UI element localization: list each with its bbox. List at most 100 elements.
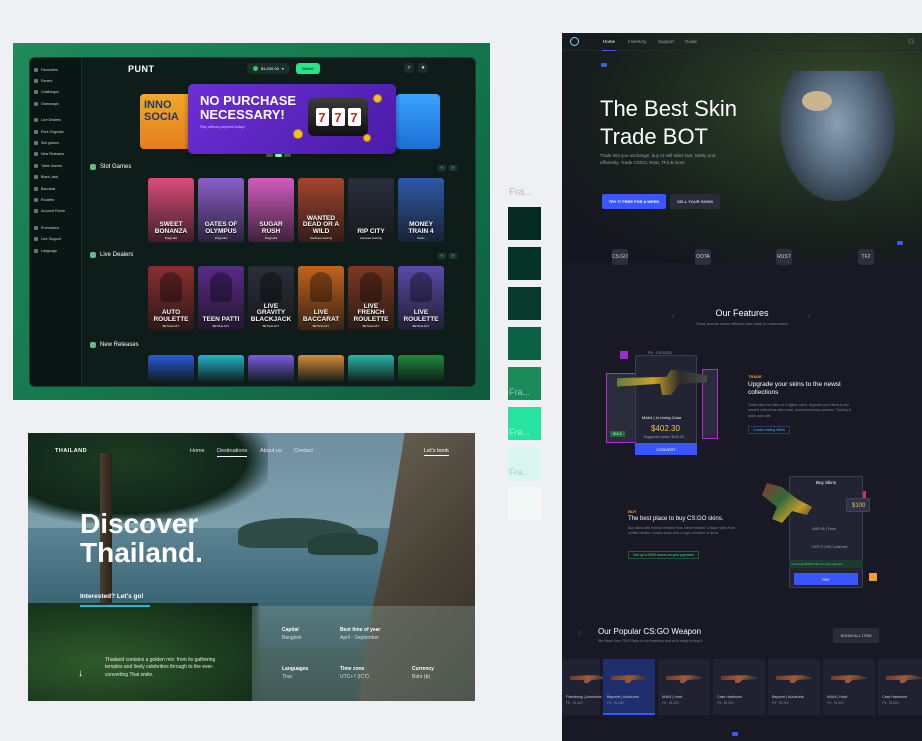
promo-banner[interactable]: INNO SOCIA NO PURCHASE NECESSARY! Play w… <box>140 84 440 154</box>
sidebar-item[interactable]: Recent <box>30 75 81 86</box>
nav-home[interactable]: Home <box>603 39 615 44</box>
game-card[interactable]: MONEY TRAIN 4 Relax <box>398 178 444 242</box>
nav-support[interactable]: Support <box>658 39 674 44</box>
buy-bonus-badge[interactable]: Get up to $100 bonus on your payment <box>628 551 699 559</box>
csgo-logo[interactable]: CS:GO <box>612 249 628 265</box>
sidebar-item[interactable]: Slot games <box>30 137 81 148</box>
foliage-image <box>28 603 258 701</box>
user-icon[interactable]: ● <box>418 63 428 73</box>
nav-destinations[interactable]: Destinations <box>217 448 247 454</box>
sidebar-item[interactable]: New Releases <box>30 149 81 160</box>
punt-logo[interactable]: PUNT <box>128 64 155 74</box>
arrow-right-icon[interactable]: › <box>449 165 457 171</box>
weapon-card[interactable] <box>635 355 697 455</box>
lets-book-link[interactable]: Let's book <box>424 448 449 456</box>
game-card[interactable]: GATES OF OLYMPUS Pragmatic <box>198 178 244 242</box>
sidebar-item[interactable]: Black Jack <box>30 172 81 183</box>
color-swatch[interactable] <box>508 247 541 280</box>
trade-title: Upgrade your skins to the newst collecti… <box>748 381 841 397</box>
game-card[interactable]: AUTO ROULETTE BETGALAXY <box>148 266 194 330</box>
slot-games-row: SWEET BONANZA Pragmatic GATES OF OLYMPUS Pr… <box>148 178 444 242</box>
nav-home[interactable]: Home <box>190 448 205 454</box>
new-release-card[interactable] <box>348 355 394 383</box>
game-card[interactable]: SUGAR RUSH Pragmatic <box>248 178 294 242</box>
new-release-card[interactable] <box>248 355 294 383</box>
thailand-logo[interactable]: THAILAND <box>55 448 87 454</box>
sidebar-item[interactable]: Giveaways <box>30 98 81 109</box>
sidebar-item[interactable]: Punt Originals <box>30 126 81 137</box>
arrow-left-icon[interactable]: ‹ <box>438 165 446 171</box>
nav-inventory[interactable]: Inventory <box>628 39 647 44</box>
weapon-tile[interactable]: Bayonet | Autotronic FN · $1,500 <box>768 659 820 715</box>
buy-row[interactable]: USP-S | Kill Confirmed <box>812 545 847 549</box>
game-card[interactable]: RIP CITY Hacksaw Gaming <box>348 178 394 242</box>
weapon-tile[interactable]: M4A4 | Howl FN · $1,500 <box>658 659 710 715</box>
game-card[interactable]: SWEET BONANZA Pragmatic <box>148 178 194 242</box>
game-card[interactable]: LIVE BACCARAT BETGALAXY <box>298 266 344 330</box>
game-provider: BETGALAXY <box>262 324 280 328</box>
arrow-left-icon[interactable]: ‹ <box>438 253 446 259</box>
new-release-card[interactable] <box>398 355 444 383</box>
interested-link[interactable]: Interested? Let's go! <box>80 593 144 600</box>
game-card[interactable]: LIVE GRAVITY BLACKJACK BETGALAXY <box>248 266 294 330</box>
sidebar-item[interactable]: Account Funds <box>30 206 81 217</box>
banner-pagination[interactable] <box>266 154 291 157</box>
hero-heading: Discover Thailand. <box>80 508 203 569</box>
swatch-label: Fra... <box>509 387 531 397</box>
new-release-card[interactable] <box>298 355 344 383</box>
color-swatch[interactable] <box>508 207 541 240</box>
weapon-tile[interactable]: Case Hardened FN · $1,500 <box>713 659 765 715</box>
new-release-card[interactable] <box>198 355 244 383</box>
sidebar-item-label: Account Funds <box>41 209 65 214</box>
sidebar-item[interactable]: Baccarat <box>30 183 81 194</box>
nav-contact[interactable]: Contact <box>294 448 313 454</box>
arrow-down-icon[interactable]: ↓ <box>78 668 83 679</box>
sidebar-item[interactable]: Live Dealers <box>30 115 81 126</box>
arrow-right-icon[interactable]: › <box>449 253 457 259</box>
sidebar-item[interactable]: Live Support <box>30 233 81 244</box>
game-card[interactable]: WANTED DEAD OR A WILD Hacksaw Gaming <box>298 178 344 242</box>
pay-button[interactable]: PAY <box>794 573 858 585</box>
nav-guide[interactable]: Guide <box>685 39 697 44</box>
weapon-tile[interactable]: Case Hardened FN · $1,500 <box>878 659 922 715</box>
game-card[interactable]: LIVE FRENCH ROULETTE BETGALAXY <box>348 266 394 330</box>
create-offer-link[interactable]: Create trading offers <box>748 426 790 434</box>
sidebar-item[interactable]: Language <box>30 245 81 256</box>
buy-label: BUY <box>628 509 637 514</box>
user-icon[interactable]: ⚇ <box>908 38 914 46</box>
sidebar-item[interactable]: Table Games <box>30 160 81 171</box>
new-release-card[interactable] <box>148 355 194 383</box>
color-swatch[interactable] <box>508 327 541 360</box>
search-icon[interactable]: ⌕ <box>404 63 414 73</box>
game-card[interactable]: LIVE ROULETTE BETGALAXY <box>398 266 444 330</box>
sidebar-item[interactable]: Roulette <box>30 194 81 205</box>
sidebar-item[interactable]: Promotions <box>30 222 81 233</box>
try-free-button[interactable]: TRY IT FREE FOR A WEEK <box>602 194 666 209</box>
convert-button[interactable]: CONVERT <box>635 443 697 455</box>
weapon-tile[interactable]: M4A4 | Howl FN · $1,500 <box>823 659 875 715</box>
rust-logo[interactable]: RUST <box>776 249 792 265</box>
weapon-price: FN · $1,500 <box>882 701 899 705</box>
game-card[interactable]: TEEN PATTI BETGALAXY <box>198 266 244 330</box>
section-slot-games: Slot Games <box>90 164 131 170</box>
tf2-logo[interactable]: TF2 <box>858 249 874 265</box>
banner-main-card[interactable]: NO PURCHASE NECESSARY! Play without paym… <box>188 84 396 154</box>
banner-right-card[interactable] <box>396 94 440 149</box>
color-swatch[interactable] <box>508 487 541 520</box>
balance-pill[interactable]: $1,000.00 ▾ <box>247 63 290 74</box>
game-provider: Relax <box>417 236 425 240</box>
buy-row[interactable]: UMP-45 | Fade <box>812 527 836 531</box>
wallet-button[interactable]: Wallet <box>296 63 320 74</box>
sidebar-item[interactable]: Favourites <box>30 64 81 75</box>
show-all-button[interactable]: SHOW ALL ITEM <box>833 628 879 643</box>
frame-label: Fra... <box>509 187 533 198</box>
weapon-tile[interactable]: Bayonet | Autotronic FN · $1,500 <box>603 659 655 715</box>
color-swatch[interactable] <box>508 287 541 320</box>
skin-logo-icon[interactable] <box>570 37 579 46</box>
sell-skins-button[interactable]: SELL YOUR SKINS <box>670 194 720 209</box>
sidebar-item[interactable]: Challenges <box>30 87 81 98</box>
accent-dot <box>601 63 607 67</box>
weapon-tile[interactable]: Flashbang | Autotronic FN · $1,500 <box>562 659 606 715</box>
dota-logo[interactable]: DOTA <box>695 249 711 265</box>
nav-about[interactable]: About us <box>260 448 282 454</box>
